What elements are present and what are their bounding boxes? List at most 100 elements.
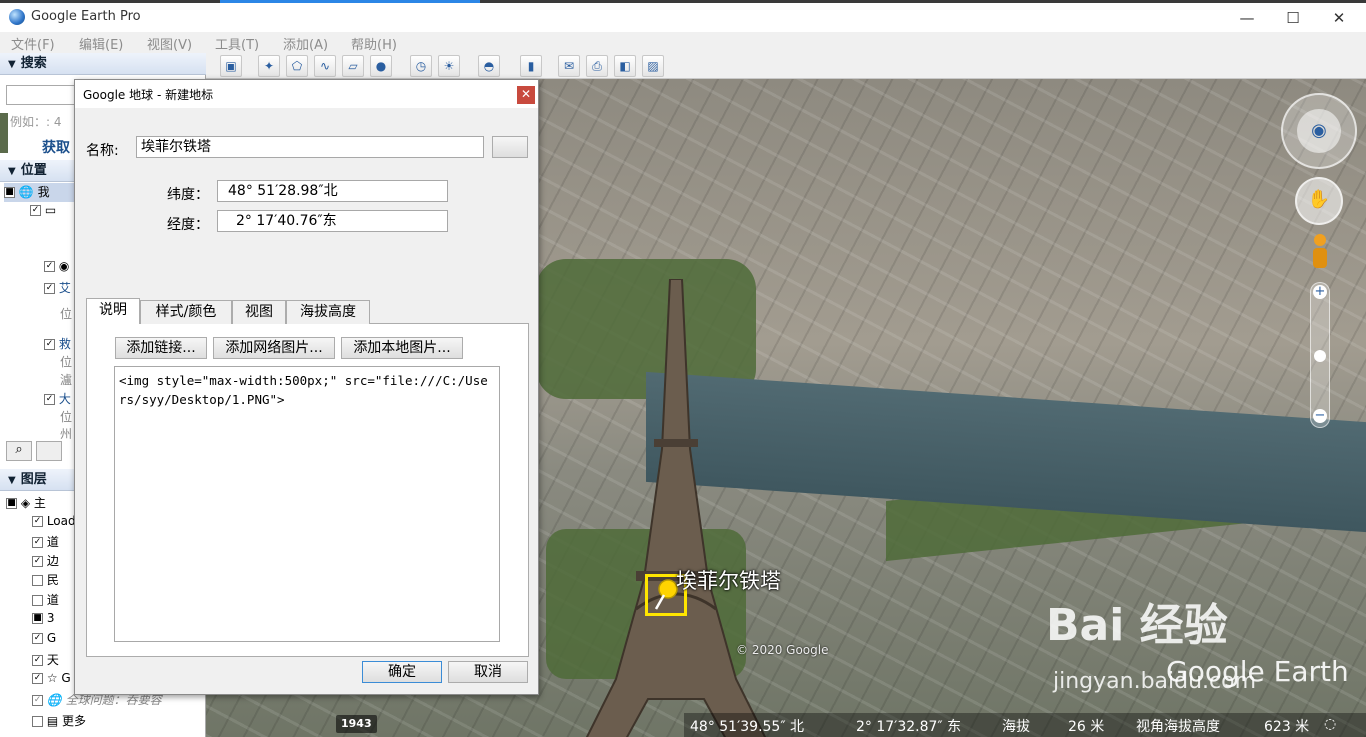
zoom-slider[interactable]: + − bbox=[1310, 282, 1330, 428]
move-joystick[interactable]: ✋ bbox=[1295, 177, 1343, 225]
menu-help[interactable]: 帮助(H) bbox=[351, 34, 397, 53]
menu-tools[interactable]: 工具(T) bbox=[215, 34, 259, 53]
layers-primary-db[interactable]: ■ ◈ 主 bbox=[6, 494, 46, 513]
search-icon[interactable]: ⌕ bbox=[6, 441, 32, 461]
checkbox[interactable]: ■ bbox=[4, 187, 15, 198]
window-title: Google Earth Pro bbox=[31, 9, 141, 24]
layer-item[interactable]: 民 bbox=[32, 571, 59, 590]
view-in-maps-icon[interactable]: ◧ bbox=[614, 55, 636, 77]
search-header[interactable]: ▼ 搜索 bbox=[0, 53, 206, 75]
add-web-image-button[interactable]: 添加网络图片... bbox=[213, 337, 335, 359]
latitude-input[interactable]: 48° 51′28.98″北 bbox=[217, 180, 448, 202]
close-button[interactable]: ✕ bbox=[1316, 7, 1362, 31]
status-bar: 48° 51′39.55″ 北 2° 17′32.87″ 东 海拔 26 米 视… bbox=[684, 713, 1366, 737]
menu-add[interactable]: 添加(A) bbox=[283, 34, 328, 53]
cancel-button[interactable]: 取消 bbox=[448, 661, 528, 683]
panel-toggle-icon[interactable] bbox=[36, 441, 62, 461]
icon-picker-button[interactable] bbox=[492, 136, 528, 158]
places-item[interactable]: ✓ 大 bbox=[44, 390, 71, 409]
layer-item[interactable]: ✓ 天 bbox=[32, 651, 59, 670]
sidebar-toggle-icon[interactable]: ▣ bbox=[220, 55, 242, 77]
historical-year-badge[interactable]: 1943 bbox=[336, 715, 377, 733]
panel-grip[interactable] bbox=[0, 113, 8, 153]
tab-view[interactable]: 视图 bbox=[232, 300, 286, 324]
add-local-image-button[interactable]: 添加本地图片... bbox=[341, 337, 463, 359]
save-image-icon[interactable]: ▨ bbox=[642, 55, 664, 77]
add-link-button[interactable]: 添加链接... bbox=[115, 337, 207, 359]
dialog-close-icon[interactable]: ✕ bbox=[517, 86, 535, 104]
minimize-button[interactable]: — bbox=[1224, 7, 1270, 31]
menu-view[interactable]: 视图(V) bbox=[147, 34, 192, 53]
checkbox[interactable]: ✓ bbox=[44, 261, 55, 272]
longitude-label: 经度： bbox=[167, 217, 209, 233]
longitude-input[interactable]: 2° 17′40.76″东 bbox=[217, 210, 448, 232]
street-view-pegman-icon[interactable] bbox=[1309, 234, 1331, 274]
add-overlay-icon[interactable]: ▱ bbox=[342, 55, 364, 77]
folder-icon: ▤ bbox=[46, 714, 59, 728]
tab-style-color[interactable]: 样式/颜色 bbox=[140, 300, 232, 324]
checkbox[interactable]: ✓ bbox=[32, 516, 43, 527]
checkbox[interactable]: ✓ bbox=[44, 283, 55, 294]
status-eye-label: 视角海拔高度 bbox=[1136, 719, 1220, 735]
places-item[interactable]: ✓ ◉ bbox=[44, 259, 69, 278]
checkbox[interactable]: ✓ bbox=[32, 556, 43, 567]
places-my-places[interactable]: ■ 🌐 我 bbox=[4, 183, 74, 202]
record-tour-icon[interactable]: ● bbox=[370, 55, 392, 77]
checkbox[interactable] bbox=[32, 575, 43, 586]
checkbox[interactable]: ✓ bbox=[44, 339, 55, 350]
status-lon: 2° 17′32.87″ 东 bbox=[856, 719, 962, 735]
checkbox[interactable]: ■ bbox=[6, 498, 17, 509]
checkbox[interactable]: ■ bbox=[32, 613, 43, 624]
description-textarea[interactable]: <img style="max-width:500px;" src="file:… bbox=[114, 366, 500, 642]
latitude-label: 纬度： bbox=[167, 187, 209, 203]
dialog-title-bar[interactable]: Google 地球 - 新建地标 ✕ bbox=[75, 80, 538, 108]
add-path-icon[interactable]: ∿ bbox=[314, 55, 336, 77]
menu-edit[interactable]: 编辑(E) bbox=[79, 34, 123, 53]
checkbox[interactable]: ✓ bbox=[44, 394, 55, 405]
name-label: 名称: bbox=[86, 143, 119, 159]
layer-item[interactable]: ✓ Load bbox=[32, 514, 76, 533]
name-input[interactable]: 埃菲尔铁塔 bbox=[136, 136, 484, 158]
places-subtext: 位 bbox=[60, 307, 73, 321]
zoom-in-icon[interactable]: + bbox=[1313, 285, 1327, 299]
zoom-slider-handle[interactable] bbox=[1314, 350, 1326, 362]
print-icon[interactable]: ⎙ bbox=[586, 55, 608, 77]
layer-more[interactable]: ▤ 更多 bbox=[32, 712, 86, 731]
historical-imagery-icon[interactable]: ◷ bbox=[410, 55, 432, 77]
menu-file[interactable]: 文件(F) bbox=[11, 34, 55, 53]
email-icon[interactable]: ✉ bbox=[558, 55, 580, 77]
add-polygon-icon[interactable]: ⬠ bbox=[286, 55, 308, 77]
layer-item[interactable]: ■ 3 bbox=[32, 611, 54, 630]
eye-icon: ◉ bbox=[1297, 109, 1341, 153]
checkbox[interactable]: ✓ bbox=[32, 537, 43, 548]
places-item[interactable]: ✓ 救 bbox=[44, 335, 71, 354]
checkbox[interactable]: ✓ bbox=[32, 695, 43, 706]
eiffel-tower bbox=[586, 279, 766, 737]
baidu-watermark: Bai 经验 bbox=[1046, 600, 1228, 651]
checkbox[interactable] bbox=[32, 595, 43, 606]
placemark-label[interactable]: 埃菲尔铁塔 bbox=[676, 565, 781, 595]
search-get-button[interactable]: 获取 bbox=[42, 137, 70, 157]
ok-button[interactable]: 确定 bbox=[362, 661, 442, 683]
checkbox[interactable]: ✓ bbox=[30, 205, 41, 216]
planet-icon[interactable]: ◓ bbox=[478, 55, 500, 77]
checkbox[interactable] bbox=[32, 716, 43, 727]
look-joystick[interactable]: ◉ bbox=[1281, 93, 1357, 169]
checkbox[interactable]: ✓ bbox=[32, 655, 43, 666]
layer-item[interactable]: ✓ 道 bbox=[32, 533, 59, 552]
places-item[interactable]: ✓ 艾 bbox=[44, 279, 71, 298]
layer-item[interactable]: ✓ 边 bbox=[32, 552, 59, 571]
tab-description[interactable]: 说明 bbox=[86, 298, 140, 324]
layer-item[interactable]: 道 bbox=[32, 591, 59, 610]
checkbox[interactable]: ✓ bbox=[32, 633, 43, 644]
add-placemark-icon[interactable]: ✦ bbox=[258, 55, 280, 77]
places-item[interactable]: ✓ ▭ bbox=[30, 203, 56, 222]
sunlight-icon[interactable]: ☀ bbox=[438, 55, 460, 77]
maximize-button[interactable]: ☐ bbox=[1270, 7, 1316, 31]
ruler-icon[interactable]: ▮ bbox=[520, 55, 542, 77]
zoom-out-icon[interactable]: − bbox=[1313, 409, 1327, 423]
checkbox[interactable]: ✓ bbox=[32, 673, 43, 684]
layer-item[interactable]: ✓ ☆ G bbox=[32, 671, 71, 690]
tab-altitude[interactable]: 海拔高度 bbox=[286, 300, 370, 324]
layer-item[interactable]: ✓ G bbox=[32, 631, 56, 650]
